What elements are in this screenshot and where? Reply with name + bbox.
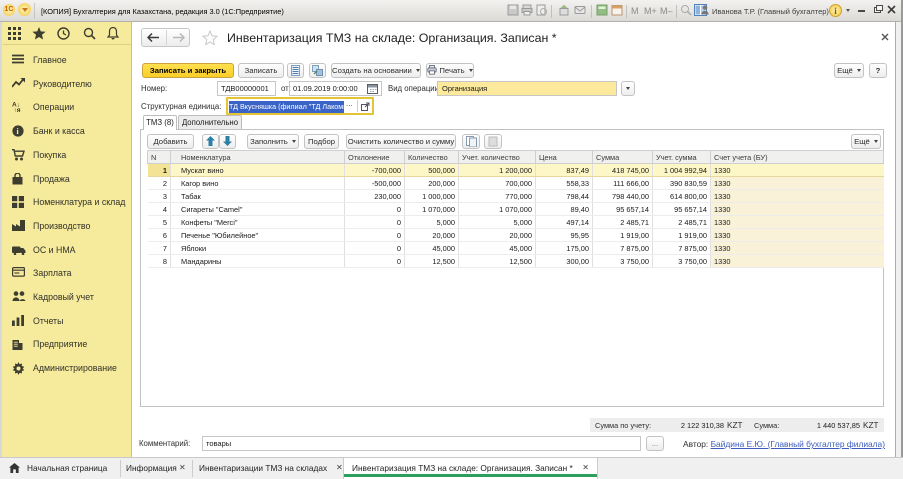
svg-text:M: M [631,6,639,16]
svg-text:M+: M+ [644,6,657,16]
svg-text:↑я: ↑я [14,107,21,112]
svg-text:M–: M– [660,6,673,16]
